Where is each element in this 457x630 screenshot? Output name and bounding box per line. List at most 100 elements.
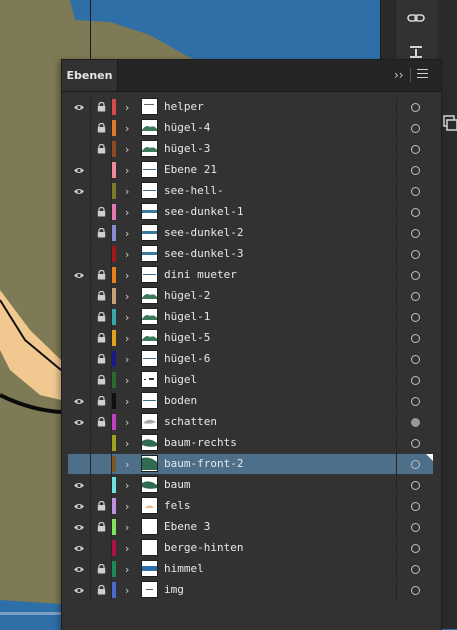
layer-row[interactable]: › boden	[68, 391, 433, 411]
collapse-panel-button[interactable]: ››	[394, 68, 404, 82]
lock-icon[interactable]	[91, 139, 111, 159]
layer-row[interactable]: › see-dunkel-3	[68, 244, 433, 264]
layer-row[interactable]: › baum-front-2	[68, 454, 433, 474]
target-circle-icon[interactable]	[396, 139, 434, 159]
eye-icon[interactable]	[68, 475, 89, 495]
layer-row[interactable]: › see-dunkel-2	[68, 223, 433, 243]
chevron-right-icon[interactable]: ›	[120, 265, 134, 285]
layer-name[interactable]: hügel-6	[164, 349, 384, 369]
chevron-right-icon[interactable]: ›	[120, 580, 134, 600]
target-circle-icon[interactable]	[396, 223, 434, 243]
target-circle-icon[interactable]	[396, 433, 434, 453]
target-circle-icon[interactable]	[396, 286, 434, 306]
chevron-right-icon[interactable]: ›	[120, 202, 134, 222]
layer-row[interactable]: › baum-rechts	[68, 433, 433, 453]
visibility-toggle[interactable]	[68, 433, 89, 453]
layer-name[interactable]: baum	[164, 475, 384, 495]
eye-icon[interactable]	[68, 538, 89, 558]
layer-row[interactable]: › hügel-1	[68, 307, 433, 327]
eye-icon[interactable]	[68, 97, 89, 117]
layer-name[interactable]: schatten	[164, 412, 384, 432]
layer-name[interactable]: berge-hinten	[164, 538, 384, 558]
layer-row[interactable]: › berge-hinten	[68, 538, 433, 558]
hamburger-menu-icon[interactable]	[417, 69, 428, 79]
target-circle-icon[interactable]	[396, 580, 434, 600]
chevron-right-icon[interactable]: ›	[120, 496, 134, 516]
target-circle-icon[interactable]	[396, 559, 434, 579]
eye-icon[interactable]	[68, 160, 89, 180]
chevron-right-icon[interactable]: ›	[120, 286, 134, 306]
layer-row[interactable]: › fels	[68, 496, 433, 516]
target-circle-icon[interactable]	[396, 265, 434, 285]
chevron-right-icon[interactable]: ›	[120, 223, 134, 243]
target-circle-icon[interactable]	[396, 118, 434, 138]
layer-name[interactable]: baum-rechts	[164, 433, 384, 453]
lock-toggle[interactable]	[91, 538, 111, 558]
layer-row[interactable]: › see-dunkel-1	[68, 202, 433, 222]
layer-name[interactable]: img	[164, 580, 384, 600]
layer-name[interactable]: hügel-1	[164, 307, 384, 327]
chevron-right-icon[interactable]: ›	[120, 307, 134, 327]
target-circle-icon[interactable]	[396, 391, 434, 411]
chevron-right-icon[interactable]: ›	[120, 349, 134, 369]
layer-row[interactable]: › Ebene 3	[68, 517, 433, 537]
lock-icon[interactable]	[91, 328, 111, 348]
lock-icon[interactable]	[91, 307, 111, 327]
lock-icon[interactable]	[91, 202, 111, 222]
eye-icon[interactable]	[68, 181, 89, 201]
lock-icon[interactable]	[91, 370, 111, 390]
lock-icon[interactable]	[91, 496, 111, 516]
layer-row[interactable]: › hügel	[68, 370, 433, 390]
layer-name[interactable]: hügel-4	[164, 118, 384, 138]
layer-row[interactable]: › schatten	[68, 412, 433, 432]
layer-name[interactable]: dini mueter	[164, 265, 384, 285]
link-icon[interactable]	[404, 6, 428, 30]
lock-toggle[interactable]	[91, 244, 111, 264]
target-circle-icon[interactable]	[396, 160, 434, 180]
lock-icon[interactable]	[91, 265, 111, 285]
lock-icon[interactable]	[91, 391, 111, 411]
chevron-right-icon[interactable]: ›	[120, 475, 134, 495]
chevron-right-icon[interactable]: ›	[120, 370, 134, 390]
layer-name[interactable]: Ebene 21	[164, 160, 384, 180]
eye-icon[interactable]	[68, 496, 89, 516]
layer-row[interactable]: › hügel-3	[68, 139, 433, 159]
lock-icon[interactable]	[91, 559, 111, 579]
layer-name[interactable]: see-dunkel-2	[164, 223, 384, 243]
layer-name[interactable]: himmel	[164, 559, 384, 579]
eye-icon[interactable]	[68, 265, 89, 285]
lock-icon[interactable]	[91, 412, 111, 432]
layer-row[interactable]: › hügel-6	[68, 349, 433, 369]
target-circle-icon[interactable]	[396, 475, 434, 495]
layer-row[interactable]: › himmel	[68, 559, 433, 579]
lock-icon[interactable]	[91, 223, 111, 243]
layer-row[interactable]: › helper	[68, 97, 433, 117]
target-circle-icon[interactable]	[396, 328, 434, 348]
eye-icon[interactable]	[68, 517, 89, 537]
chevron-right-icon[interactable]: ›	[120, 538, 134, 558]
visibility-toggle[interactable]	[68, 454, 89, 474]
layer-name[interactable]: helper	[164, 97, 384, 117]
eye-icon[interactable]	[68, 559, 89, 579]
lock-toggle[interactable]	[91, 475, 111, 495]
target-circle-icon[interactable]	[396, 496, 434, 516]
visibility-toggle[interactable]	[68, 223, 89, 243]
lock-icon[interactable]	[91, 97, 111, 117]
tab-layers[interactable]: Ebenen	[62, 60, 118, 91]
eye-icon[interactable]	[68, 580, 89, 600]
chevron-right-icon[interactable]: ›	[120, 391, 134, 411]
layer-name[interactable]: Ebene 3	[164, 517, 384, 537]
layer-row[interactable]: › see-hell-	[68, 181, 433, 201]
visibility-toggle[interactable]	[68, 139, 89, 159]
layer-row[interactable]: › dini mueter	[68, 265, 433, 285]
chevron-right-icon[interactable]: ›	[120, 244, 134, 264]
target-circle-icon[interactable]	[396, 370, 434, 390]
lock-toggle[interactable]	[91, 181, 111, 201]
layer-name[interactable]: hügel-5	[164, 328, 384, 348]
layer-name[interactable]: boden	[164, 391, 384, 411]
chevron-right-icon[interactable]: ›	[120, 454, 134, 474]
layer-row[interactable]: › hügel-4	[68, 118, 433, 138]
chevron-right-icon[interactable]: ›	[120, 559, 134, 579]
layer-row[interactable]: › Ebene 21	[68, 160, 433, 180]
lock-icon[interactable]	[91, 118, 111, 138]
